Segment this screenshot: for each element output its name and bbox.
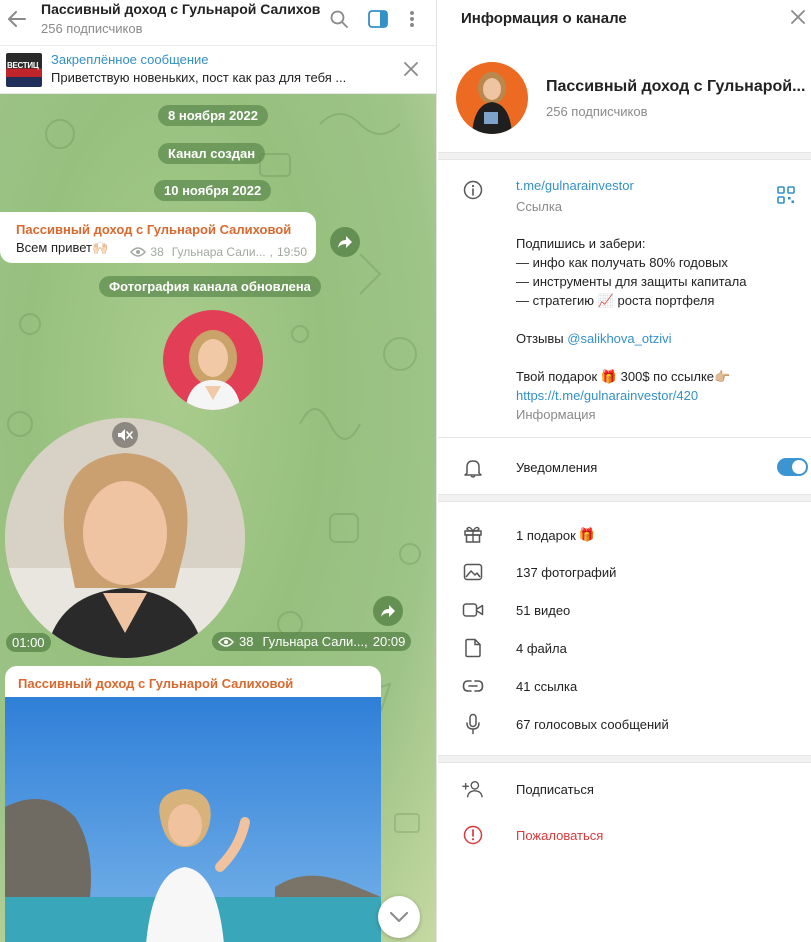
- service-message-channel-created: Канал создан: [158, 143, 266, 164]
- view-count: 38: [239, 634, 254, 649]
- eye-icon: [218, 636, 234, 647]
- more-menu-icon[interactable]: [399, 6, 425, 32]
- gift-emoji: 🎁: [600, 369, 617, 384]
- desc-line: — стратегию 📈 роста портфеля: [516, 293, 715, 308]
- message-time: 19:50: [276, 245, 307, 259]
- pinned-thumbnail: ВЕСТИЦ: [6, 53, 42, 87]
- section-divider: [438, 437, 811, 438]
- service-message-photo-updated: Фотография канала обновлена: [99, 276, 321, 297]
- bell-icon: [462, 457, 484, 479]
- pinned-text: Приветствую новеньких, пост как раз для …: [51, 70, 347, 85]
- media-row-files[interactable]: 4 файла: [438, 629, 811, 667]
- info-icon: [462, 179, 484, 201]
- scroll-to-bottom-button[interactable]: [378, 896, 420, 938]
- media-label: 51 видео: [516, 603, 571, 618]
- warning-icon: [462, 824, 484, 846]
- gift-icon: [462, 523, 484, 545]
- notifications-toggle[interactable]: [777, 458, 808, 476]
- video-duration: 01:00: [6, 633, 51, 652]
- close-icon[interactable]: [401, 59, 421, 79]
- photo-icon: [462, 561, 484, 583]
- media-row-gifts[interactable]: 1 подарок 🎁: [438, 515, 811, 553]
- channel-avatar[interactable]: [456, 62, 528, 134]
- pinned-title: Закреплённое сообщение: [51, 52, 209, 67]
- message-meta: 38 Гульнара Сали..., 19:50: [130, 245, 307, 259]
- media-label: 41 ссылка: [516, 679, 578, 694]
- section-divider: [438, 152, 811, 160]
- desc-line: Твой подарок 🎁 300$ по ссылке👉🏼: [516, 369, 731, 384]
- media-row-videos[interactable]: 51 видео: [438, 591, 811, 629]
- video-message-circle[interactable]: [5, 418, 245, 658]
- subscribe-label: Подписаться: [516, 782, 594, 797]
- channel-description: Подпишись и забери: — инфо как получать …: [516, 234, 746, 424]
- chat-panel: Пассивный доход с Гульнарой Салихов... 2…: [0, 0, 437, 942]
- sound-off-icon[interactable]: [112, 422, 138, 448]
- share-icon[interactable]: [330, 227, 360, 257]
- channel-subscriber-count: 256 подписчиков: [546, 104, 648, 119]
- share-icon[interactable]: [373, 596, 403, 626]
- gift-emoji: 🎁: [578, 527, 595, 542]
- subscribe-button[interactable]: Подписаться: [438, 770, 811, 808]
- message-author[interactable]: Пассивный доход с Гульнарой Салиховой: [18, 676, 293, 691]
- video-meta: 38 Гульнара Сали..., 20:09: [212, 632, 412, 651]
- post-signature: Гульнара Сали...: [262, 634, 365, 649]
- notifications-label: Уведомления: [516, 460, 598, 475]
- message-photo[interactable]: [5, 697, 381, 942]
- chat-subscriber-count: 256 подписчиков: [41, 21, 143, 36]
- message-author[interactable]: Пассивный доход с Гульнарой Салиховой: [16, 222, 291, 237]
- search-icon[interactable]: [326, 6, 352, 32]
- post-signature: Гульнара Сали...: [171, 245, 266, 259]
- date-badge: 8 ноября 2022: [158, 105, 268, 126]
- close-icon[interactable]: [787, 6, 809, 28]
- media-row-voice[interactable]: 67 голосовых сообщений: [438, 705, 811, 743]
- channel-info-panel: Информация о канале Пассивный доход с Гу…: [438, 0, 811, 942]
- media-row-photos[interactable]: 137 фотографий: [438, 553, 811, 591]
- link-caption: Ссылка: [516, 199, 563, 214]
- date-badge: 10 ноября 2022: [154, 180, 272, 201]
- message-time: 20:09: [372, 634, 406, 649]
- eye-icon: [130, 247, 147, 257]
- panel-title: Информация о канале: [461, 10, 627, 27]
- pinned-message-bar[interactable]: ВЕСТИЦ Закреплённое сообщение Приветству…: [0, 46, 436, 94]
- message-text: Всем привет🙌🏻: [16, 240, 109, 255]
- message-bubble[interactable]: Пассивный доход с Гульнарой Салиховой: [5, 666, 381, 942]
- link-icon: [462, 675, 484, 697]
- qr-code-icon[interactable]: [777, 186, 797, 206]
- reviews-link[interactable]: @salikhova_otzivi: [567, 331, 671, 346]
- description-caption: Информация: [516, 407, 596, 422]
- channel-name: Пассивный доход с Гульнарой...: [546, 78, 806, 95]
- microphone-icon: [462, 713, 484, 735]
- file-icon: [462, 637, 484, 659]
- chevron-down-icon: [390, 912, 408, 922]
- desc-line: Отзывы @salikhova_otzivi: [516, 331, 672, 346]
- chat-header: Пассивный доход с Гульнарой Салихов... 2…: [0, 0, 436, 46]
- video-icon: [462, 599, 484, 621]
- channel-link[interactable]: t.me/gulnarainvestor: [516, 178, 634, 193]
- section-divider: [438, 494, 811, 502]
- chat-title[interactable]: Пассивный доход с Гульнарой Салихов...: [41, 1, 321, 17]
- report-button[interactable]: Пожаловаться: [438, 816, 811, 854]
- desc-line: Подпишись и забери:: [516, 236, 646, 251]
- add-user-icon: [462, 778, 484, 800]
- media-row-links[interactable]: 41 ссылка: [438, 667, 811, 705]
- media-label: 4 файла: [516, 641, 567, 656]
- message-bubble[interactable]: Пассивный доход с Гульнарой Салиховой Вс…: [0, 212, 316, 263]
- desc-line: — инфо как получать 80% годовых: [516, 255, 728, 270]
- chart-emoji: 📈: [597, 293, 614, 308]
- media-label: 137 фотографий: [516, 565, 617, 580]
- gift-link[interactable]: https://t.me/gulnarainvestor/420: [516, 386, 746, 405]
- view-count: 38: [150, 245, 164, 259]
- sidebar-toggle-icon[interactable]: [365, 6, 391, 32]
- media-label: 1 подарок 🎁: [516, 527, 595, 543]
- section-divider: [438, 755, 811, 763]
- media-label: 67 голосовых сообщений: [516, 717, 669, 732]
- back-arrow-icon[interactable]: [6, 8, 28, 30]
- pinned-thumbnail-text: ВЕСТИЦ: [7, 61, 39, 70]
- report-label: Пожаловаться: [516, 828, 604, 843]
- channel-photo-thumbnail[interactable]: [163, 310, 263, 410]
- desc-line: — инструменты для защиты капитала: [516, 274, 747, 289]
